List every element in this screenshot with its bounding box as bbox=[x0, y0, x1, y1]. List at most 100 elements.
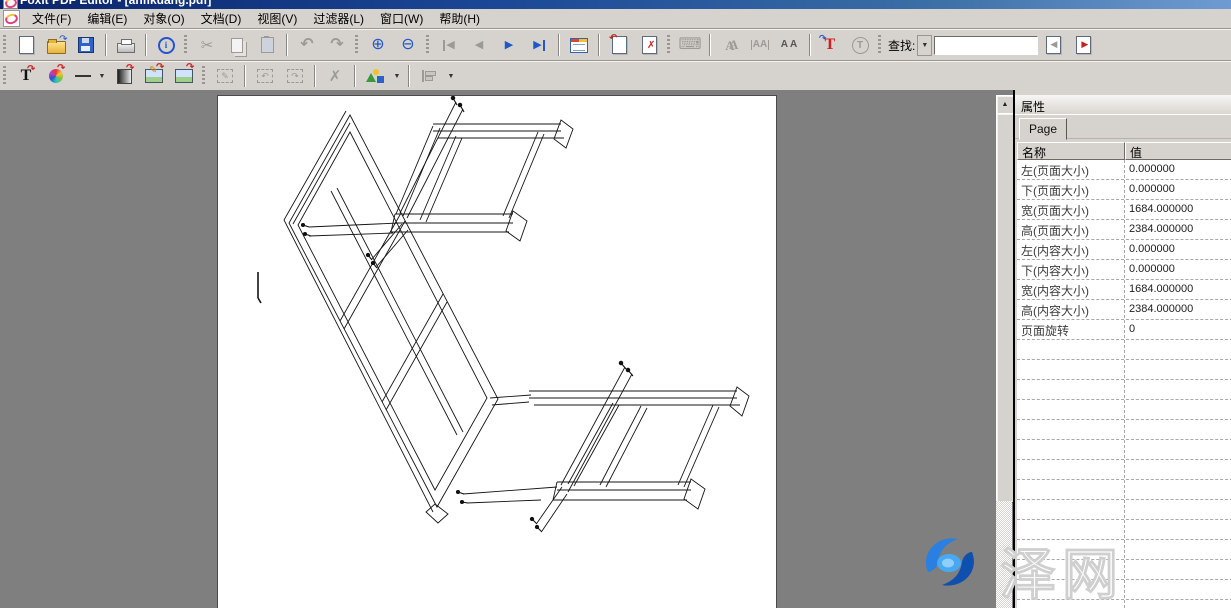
toolbar-grip[interactable] bbox=[3, 35, 6, 55]
rotate-object-left-button[interactable]: ↶ bbox=[250, 63, 280, 89]
page-form-icon bbox=[570, 38, 588, 53]
previous-page-icon: ◀ bbox=[475, 40, 483, 51]
next-page-button[interactable]: ▶ bbox=[494, 32, 524, 58]
save-floppy-icon bbox=[78, 37, 94, 53]
line-style-dropdown[interactable]: ▼ bbox=[95, 63, 109, 89]
menu-help[interactable]: 帮助(H) bbox=[431, 8, 488, 29]
caret-up-icon: ▲ bbox=[1002, 101, 1009, 108]
properties-panel-title[interactable]: 属性 bbox=[1015, 95, 1231, 115]
column-header-name[interactable]: 名称 bbox=[1017, 142, 1125, 160]
properties-table: 名称 值 左(页面大小)0.000000 下(页面大小)0.000000 宽(页… bbox=[1017, 142, 1231, 608]
find-input[interactable] bbox=[934, 36, 1038, 55]
menu-edit[interactable]: 编辑(E) bbox=[79, 8, 135, 29]
delete-object-icon: ✗ bbox=[329, 69, 342, 84]
add-color-button[interactable]: ↷ bbox=[41, 63, 71, 89]
align-icon bbox=[422, 70, 437, 82]
menu-view[interactable]: 视图(V) bbox=[249, 8, 305, 29]
edit-path-button[interactable]: ✎ bbox=[210, 63, 240, 89]
screw-fasteners bbox=[302, 96, 634, 532]
undo-button[interactable]: ↶ bbox=[292, 32, 322, 58]
document-info-button[interactable]: i bbox=[151, 32, 181, 58]
paste-icon bbox=[261, 37, 274, 53]
paste-button[interactable] bbox=[252, 32, 282, 58]
rotate-object-right-button[interactable]: ↷ bbox=[280, 63, 310, 89]
open-document-button[interactable]: ↷ bbox=[41, 32, 71, 58]
zoom-out-icon: ⊖ bbox=[401, 37, 414, 53]
first-page-button[interactable]: ◀ bbox=[434, 32, 464, 58]
scroll-up-button[interactable]: ▲ bbox=[996, 95, 1013, 114]
menu-window[interactable]: 窗口(W) bbox=[372, 8, 431, 29]
zoom-in-button[interactable]: ⊕ bbox=[363, 32, 393, 58]
scrollbar-track[interactable] bbox=[996, 501, 1012, 608]
zoom-out-button[interactable]: ⊖ bbox=[393, 32, 423, 58]
new-document-icon bbox=[19, 36, 34, 54]
window-title: Foxit PDF Editor - [anfikuang.pdf] bbox=[0, 0, 1231, 7]
main-toolbar: ↷ i ✂ ↶ ↷ ⊕ ⊖ ◀ ◀ ▶ ▶ ↶ ✗ ⌨ AA AA AA T↷ … bbox=[0, 29, 1231, 61]
undo-icon: ↶ bbox=[300, 37, 313, 53]
line-icon bbox=[75, 75, 91, 77]
pdf-page[interactable] bbox=[217, 95, 777, 608]
menu-object[interactable]: 对象(O) bbox=[135, 8, 192, 29]
print-button[interactable] bbox=[111, 32, 141, 58]
new-document-button[interactable] bbox=[11, 32, 41, 58]
caret-down-icon: ▼ bbox=[921, 42, 928, 49]
document-icon[interactable] bbox=[3, 10, 20, 27]
add-image-button[interactable]: ↷ bbox=[169, 63, 199, 89]
add-text-button[interactable]: T↷ bbox=[11, 63, 41, 89]
caret-down-icon: ▼ bbox=[448, 73, 455, 80]
insert-shape-button[interactable] bbox=[360, 63, 390, 89]
shapes-icon bbox=[366, 69, 384, 83]
workspace: ▲ 属性 Page 名称 值 左(页面大小)0.000000 下(页面大小)0.… bbox=[0, 90, 1231, 608]
text-mode-icon: T bbox=[852, 37, 869, 54]
scrollbar-thumb[interactable] bbox=[996, 113, 1013, 503]
redo-button[interactable]: ↷ bbox=[322, 32, 352, 58]
info-icon: i bbox=[158, 37, 175, 54]
delete-object-button[interactable]: ✗ bbox=[320, 63, 350, 89]
text-mode-button[interactable]: T bbox=[845, 32, 875, 58]
delete-page-button[interactable]: ✗ bbox=[634, 32, 664, 58]
menu-document[interactable]: 文档(D) bbox=[193, 8, 250, 29]
page-form-button[interactable] bbox=[564, 32, 594, 58]
font-style-button[interactable]: AA bbox=[715, 32, 745, 58]
virtual-keyboard-button[interactable]: ⌨ bbox=[675, 32, 705, 58]
align-objects-button[interactable] bbox=[414, 63, 444, 89]
search-next-button[interactable]: ▶ bbox=[1068, 32, 1098, 58]
copy-icon bbox=[231, 38, 243, 53]
save-document-button[interactable] bbox=[71, 32, 101, 58]
object-toolbar: T↷ ↷ ▼ ↷ ✎↷ ↷ ✎ ↶ ↷ ✗ ▼ ▼ bbox=[0, 61, 1231, 91]
column-divider bbox=[1124, 160, 1125, 608]
search-previous-button[interactable]: ◀ bbox=[1038, 32, 1068, 58]
properties-tab-strip: Page bbox=[1015, 115, 1231, 139]
line-style-button[interactable] bbox=[71, 63, 95, 89]
insert-shape-dropdown[interactable]: ▼ bbox=[390, 63, 404, 89]
column-header-value[interactable]: 值 bbox=[1125, 142, 1231, 160]
tab-page[interactable]: Page bbox=[1019, 118, 1067, 140]
rotate-left-icon: ↶ bbox=[257, 69, 273, 83]
document-view[interactable]: ▲ bbox=[0, 90, 1013, 608]
menu-file[interactable]: 文件(F) bbox=[24, 8, 79, 29]
expand-text-button[interactable]: AA bbox=[775, 32, 805, 58]
toolbar-grip[interactable] bbox=[3, 66, 6, 86]
add-shading-button[interactable]: ↷ bbox=[109, 63, 139, 89]
caret-down-icon: ▼ bbox=[99, 73, 106, 80]
edit-image-button[interactable]: ✎↷ bbox=[139, 63, 169, 89]
find-dropdown-button[interactable]: ▼ bbox=[917, 35, 932, 56]
edit-path-icon: ✎ bbox=[217, 69, 233, 83]
insert-text-button[interactable]: T↷ bbox=[815, 32, 845, 58]
previous-page-button[interactable]: ◀ bbox=[464, 32, 494, 58]
last-page-icon: ▶ bbox=[533, 40, 544, 51]
next-page-icon: ▶ bbox=[505, 40, 513, 51]
vertical-scrollbar[interactable]: ▲ bbox=[996, 95, 1012, 608]
application-window: Foxit PDF Editor - [anfikuang.pdf] 文件(F)… bbox=[0, 0, 1231, 608]
zoom-in-icon: ⊕ bbox=[371, 37, 384, 53]
cut-button[interactable]: ✂ bbox=[192, 32, 222, 58]
frame-assembly-drawing bbox=[218, 96, 776, 608]
copy-button[interactable] bbox=[222, 32, 252, 58]
last-page-button[interactable]: ▶ bbox=[524, 32, 554, 58]
align-objects-dropdown[interactable]: ▼ bbox=[444, 63, 458, 89]
menu-filter[interactable]: 过滤器(L) bbox=[305, 8, 372, 29]
printer-icon bbox=[117, 43, 135, 53]
condense-text-button[interactable]: AA bbox=[745, 32, 775, 58]
rotate-page-button[interactable]: ↶ bbox=[604, 32, 634, 58]
rotate-right-icon: ↷ bbox=[287, 69, 303, 83]
